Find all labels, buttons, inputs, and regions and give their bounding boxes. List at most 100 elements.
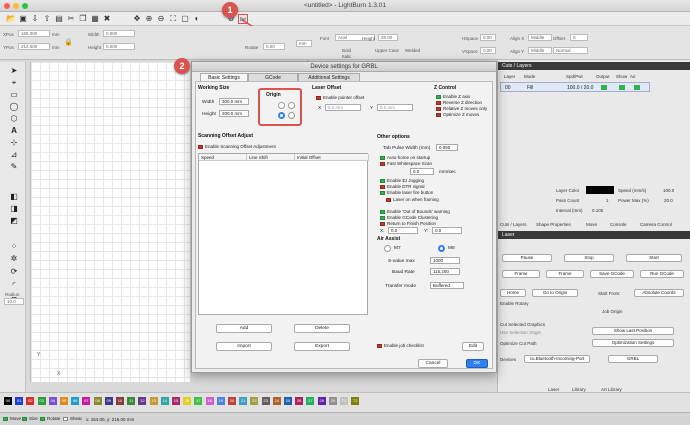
tab-additional-settings[interactable]: Additional Settings — [298, 73, 360, 81]
palette-swatch-27[interactable]: 27 — [306, 397, 315, 405]
polygon-icon[interactable]: ⬡ — [9, 114, 19, 124]
radial-array-icon[interactable]: ✲ — [9, 254, 19, 264]
radius-input[interactable]: 10.0 — [4, 298, 24, 305]
palette-swatch-11[interactable]: 11 — [127, 397, 136, 405]
lock-icon[interactable]: 🔒 — [64, 38, 73, 46]
palette-swatch-08[interactable]: 08 — [93, 397, 102, 405]
fast-whitespace-checkbox[interactable]: Fast Whitespace Scan — [380, 161, 432, 166]
enable-z-axis-checkbox[interactable]: Enable Z axis — [436, 94, 470, 99]
export-icon[interactable]: ⇧ — [42, 14, 52, 24]
tab-shape-properties[interactable]: Shape Properties — [536, 222, 571, 227]
zoom-in-icon[interactable]: ⊕ — [144, 14, 154, 24]
layer-row[interactable]: 00 Fill 100.0 / 20.0 — [500, 82, 650, 92]
boolean-intersect-icon[interactable]: ◩ — [9, 216, 19, 226]
layer-color-swatch[interactable] — [586, 186, 614, 194]
import-button[interactable]: Import — [216, 342, 272, 351]
air-toggle[interactable] — [634, 85, 640, 90]
offset-y-input[interactable]: 0.0 mm — [377, 104, 413, 111]
zoom-out-icon[interactable]: ⊖ — [156, 14, 166, 24]
go-to-origin-button[interactable]: Go to Origin — [532, 289, 578, 297]
stop-button[interactable]: Stop — [564, 254, 614, 262]
normal-select[interactable]: Normal — [553, 47, 588, 54]
transfer-mode-select[interactable]: Buffered — [430, 282, 464, 289]
palette-swatch-18[interactable]: 18 — [205, 397, 214, 405]
port-select[interactable]: cu.Bluetooth-Incoming-Port — [524, 355, 590, 363]
palette-swatch-t2[interactable]: T2 — [351, 397, 360, 405]
pass-count-value[interactable]: 1 — [606, 198, 609, 203]
palette-swatch-07[interactable]: 07 — [82, 397, 91, 405]
palette-swatch-t1[interactable]: T1 — [340, 397, 348, 405]
palette-swatch-19[interactable]: 19 — [216, 397, 225, 405]
rectangle-icon[interactable]: ▭ — [9, 90, 19, 100]
hspace-input[interactable]: 0.00 — [480, 34, 496, 41]
optimize-z-checkbox[interactable]: Optimize Z moves — [436, 112, 479, 117]
m8-radio[interactable] — [438, 245, 445, 252]
relative-z-checkbox[interactable]: Relative Z moves only — [436, 106, 487, 111]
zoom-fit-icon[interactable]: ⛶ — [168, 14, 178, 24]
pause-button[interactable]: Pause — [502, 254, 552, 262]
whitespace-speed-input[interactable]: 0.0 — [410, 168, 434, 175]
offset-input[interactable]: 0 — [570, 34, 588, 41]
palette-swatch-21[interactable]: 21 — [239, 397, 248, 405]
width-input[interactable]: 0.000 — [103, 30, 135, 37]
devices-button[interactable]: Devices — [500, 357, 516, 362]
bold-checkbox[interactable]: Bold — [342, 48, 351, 53]
start-from-select[interactable]: Absolute Coords — [634, 289, 684, 297]
tab-console[interactable]: Console — [610, 222, 627, 227]
work-height-input[interactable]: 200.0 mm — [219, 110, 249, 117]
s-value-max-input[interactable]: 1000 — [430, 257, 460, 264]
pen-icon[interactable]: ✎ — [9, 162, 19, 172]
trace-icon[interactable]: ◐ — [192, 14, 202, 24]
palette-swatch-22[interactable]: 22 — [250, 397, 259, 405]
size-toggle[interactable]: Size — [22, 416, 38, 421]
palette-swatch-06[interactable]: 06 — [71, 397, 80, 405]
palette-swatch-04[interactable]: 04 — [48, 397, 57, 405]
shear-toggle[interactable]: Shear — [63, 416, 82, 421]
pan-icon[interactable]: ✥ — [132, 14, 142, 24]
reverse-z-checkbox[interactable]: Reverse Z direction — [436, 100, 482, 105]
enable-rotary-checkbox[interactable]: Enable Rotary — [500, 301, 529, 306]
enable-pointer-offset-checkbox[interactable]: Enable pointer offset — [316, 95, 364, 100]
rotate-toggle[interactable]: Rotate — [40, 416, 60, 421]
palette-swatch-13[interactable]: 13 — [149, 397, 158, 405]
print-icon[interactable]: ▤ — [54, 14, 64, 24]
offset-x-input[interactable]: 0.0 mm — [325, 104, 361, 111]
align-y-select[interactable]: Middle — [528, 47, 552, 54]
palette-swatch-01[interactable]: 01 — [15, 397, 24, 405]
enable-dtr-checkbox[interactable]: Enable DTR signal — [380, 184, 425, 189]
palette-swatch-25[interactable]: 25 — [284, 397, 292, 405]
output-toggle[interactable] — [601, 85, 607, 90]
palette-swatch-05[interactable]: 05 — [60, 397, 68, 405]
edit-button[interactable]: Edit — [462, 342, 484, 351]
palette-swatch-15[interactable]: 15 — [172, 397, 180, 405]
enable-scanning-offset-checkbox[interactable]: Enable Scanning Offset Adjustment — [198, 144, 276, 149]
welded-checkbox[interactable]: Welded — [405, 48, 420, 53]
export-button[interactable]: Export — [294, 342, 350, 351]
palette-swatch-03[interactable]: 03 — [37, 397, 46, 405]
align-x-select[interactable]: Middle — [528, 34, 552, 41]
rotate-input[interactable]: 0.00 — [263, 43, 285, 50]
copy-icon[interactable]: ❐ — [78, 14, 88, 24]
cut-selected-checkbox[interactable]: Cut Selected Graphics — [500, 322, 545, 327]
return-finish-checkbox[interactable]: Return to Finish Position — [380, 221, 436, 226]
palette-swatch-14[interactable]: 14 — [160, 397, 169, 405]
text-icon[interactable]: A — [9, 126, 19, 136]
save-icon[interactable]: ▣ — [18, 14, 28, 24]
cut-icon[interactable]: ✂ — [66, 14, 76, 24]
run-gcode-button[interactable]: Run GCode — [640, 270, 684, 278]
palette-swatch-00[interactable]: 00 — [4, 397, 12, 405]
interval-value[interactable]: 0.100 — [592, 208, 603, 213]
palette-swatch-20[interactable]: 20 — [228, 397, 236, 405]
text-height-input[interactable]: 25.00 — [378, 34, 398, 41]
optimization-settings-button[interactable]: Optimization Settings — [592, 339, 674, 347]
baud-rate-select[interactable]: 115,200 — [430, 268, 460, 275]
palette-swatch-09[interactable]: 09 — [104, 397, 113, 405]
boolean-union-icon[interactable]: ◧ — [9, 192, 19, 202]
finish-y-input[interactable]: 0.0 — [432, 227, 462, 234]
job-checklist-checkbox[interactable]: Enable job checklist — [377, 343, 424, 348]
upper-case-checkbox[interactable]: Upper Case — [375, 48, 399, 53]
use-selection-origin-checkbox[interactable]: Use Selection Origin — [500, 330, 541, 335]
enable-jogging-checkbox[interactable]: Enable $J Jogging — [380, 178, 424, 183]
frame-icon[interactable]: ▢ — [180, 14, 190, 24]
palette-swatch-26[interactable]: 26 — [295, 397, 304, 405]
